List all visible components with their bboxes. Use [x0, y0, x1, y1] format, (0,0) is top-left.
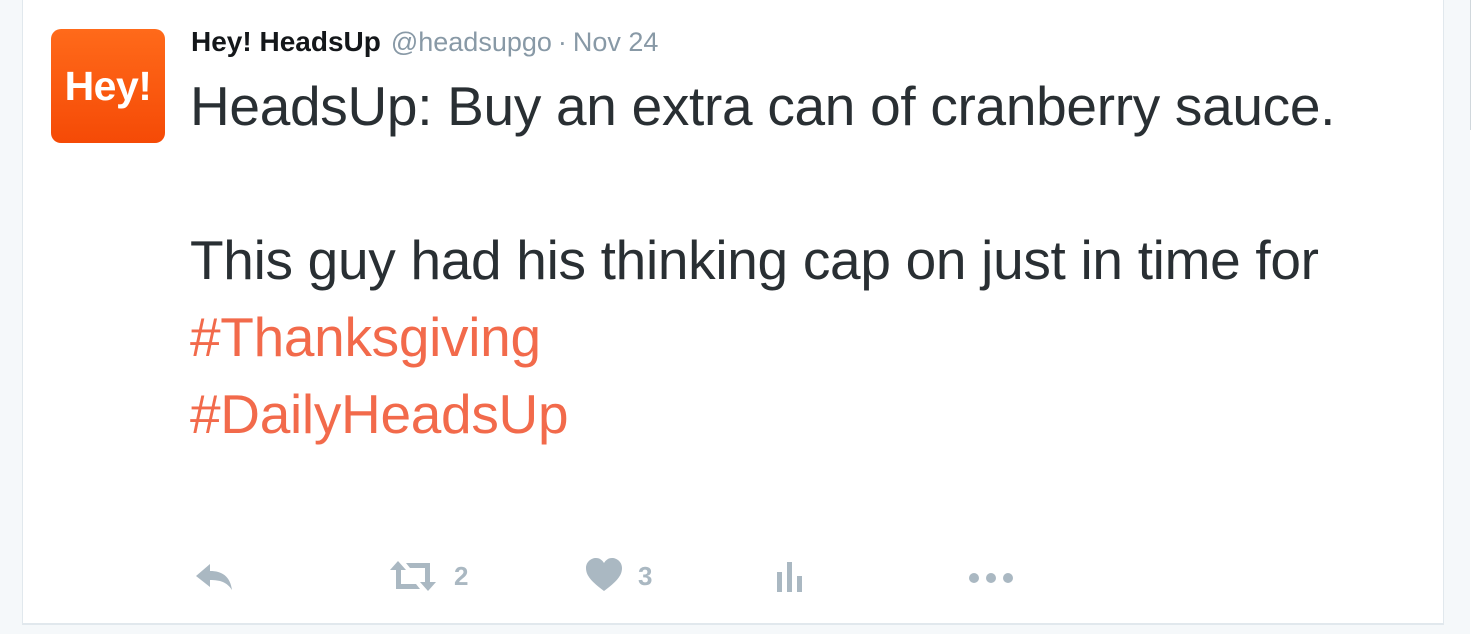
tweet-timestamp[interactable]: Nov 24 — [573, 27, 659, 58]
tweet-actions: 2 3 — [192, 552, 1092, 600]
retweet-count: 2 — [454, 560, 469, 591]
hashtag-thanksgiving[interactable]: #Thanksgiving — [190, 306, 541, 368]
tweet-body: HeadsUp: Buy an extra can of cranberry s… — [190, 75, 1336, 291]
retweet-icon — [386, 556, 440, 596]
reply-button[interactable] — [192, 552, 236, 600]
author-name[interactable]: Hey! HeadsUp — [191, 26, 381, 58]
retweet-button[interactable]: 2 — [386, 552, 468, 600]
more-button[interactable] — [966, 552, 1016, 600]
like-count: 3 — [638, 560, 653, 591]
more-icon — [966, 556, 1016, 596]
analytics-button[interactable] — [774, 552, 806, 600]
heart-icon — [584, 556, 624, 596]
analytics-icon — [774, 556, 806, 596]
header-separator: · — [557, 27, 567, 57]
reply-icon — [192, 556, 236, 596]
like-button[interactable]: 3 — [584, 552, 652, 600]
avatar-label: Hey! — [64, 62, 152, 109]
tweet-header: Hey! HeadsUp @headsupgo · Nov 24 — [191, 26, 658, 66]
author-screenname[interactable]: @headsupgo — [391, 27, 552, 58]
adjacent-panel-edge — [1470, 0, 1476, 634]
tweet-text: HeadsUp: Buy an extra can of cranberry s… — [190, 68, 1430, 453]
avatar[interactable]: Hey! — [51, 29, 165, 143]
hashtag-dailyheadsup[interactable]: #DailyHeadsUp — [190, 383, 569, 445]
